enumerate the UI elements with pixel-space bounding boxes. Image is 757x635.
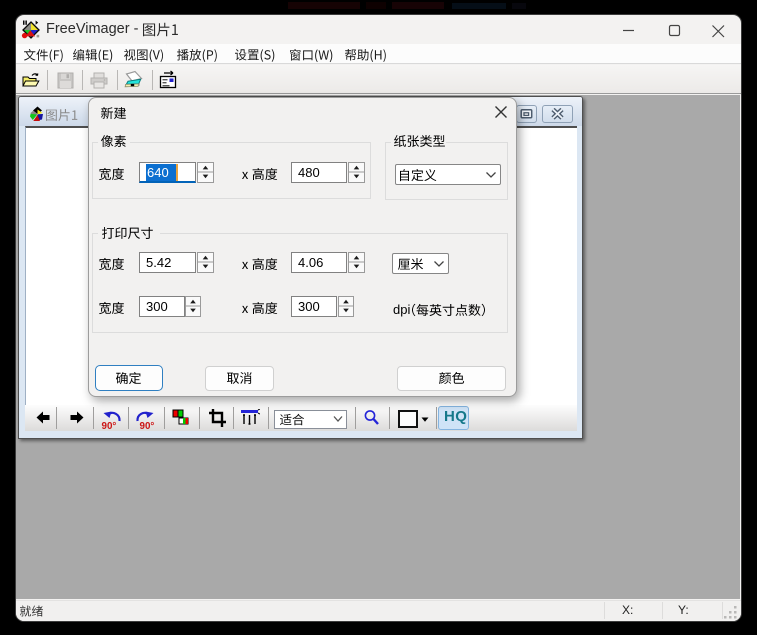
svg-text:90°: 90°: [102, 421, 117, 431]
svg-text:90°: 90°: [140, 421, 155, 431]
